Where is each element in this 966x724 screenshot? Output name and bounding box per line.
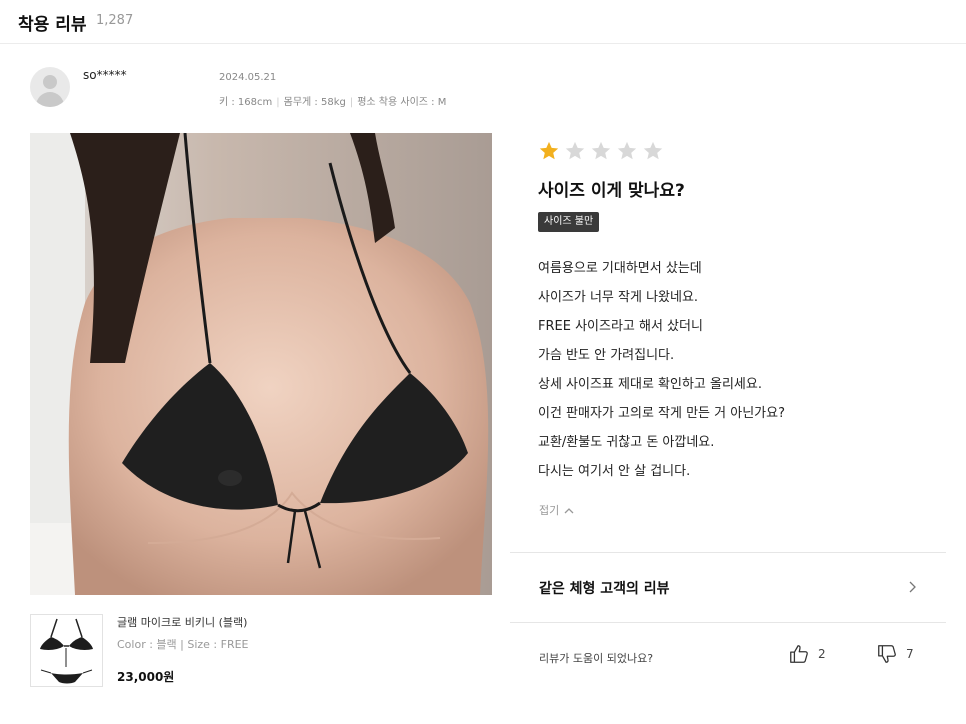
review-line: 사이즈가 너무 작게 나왔네요. (538, 290, 699, 305)
star-empty-icon (565, 141, 585, 160)
star-rating (538, 140, 664, 162)
review-line: FREE 사이즈라고 해서 샀더니 (538, 319, 703, 334)
bikini-product-icon (40, 618, 93, 684)
thumbs-down-icon (878, 645, 896, 663)
star-empty-icon (591, 141, 611, 160)
thumbs-up-icon (790, 645, 808, 663)
review-count: 1,287 (96, 13, 134, 28)
review-title: 사이즈 이게 맞나요? (538, 181, 685, 201)
reviewer-specs: 키 : 168cm | 몸무게 : 58kg | 평소 착용 사이즈 : M (219, 97, 447, 108)
review-photo[interactable] (30, 133, 492, 595)
star-empty-icon (617, 141, 637, 160)
review-line: 상세 사이즈표 제대로 확인하고 올리세요. (538, 377, 762, 392)
chevron-up-icon (564, 507, 574, 513)
helpful-count: 2 (818, 647, 826, 661)
review-section-header: 착용 리뷰 1,287 (0, 0, 966, 44)
avatar-body-shape (36, 92, 64, 107)
unhelpful-button[interactable]: 7 (876, 643, 914, 665)
unhelpful-count: 7 (906, 647, 914, 661)
section-divider (510, 622, 946, 623)
section-title: 착용 리뷰 (18, 15, 87, 35)
avatar (30, 67, 70, 107)
helpful-question: 리뷰가 도움이 되었나요? (539, 652, 654, 665)
star-filled-icon (539, 141, 559, 160)
product-name[interactable]: 글램 마이크로 비키니 (블랙) (117, 614, 247, 630)
review-line: 이건 판매자가 고의로 작게 만든 거 아닌가요? (538, 406, 785, 421)
review-date: 2024.05.21 (219, 72, 277, 83)
spec-weight: 몸무게 : 58kg (283, 97, 346, 108)
section-divider (510, 552, 946, 553)
avatar-head-shape (43, 75, 57, 89)
review-line: 여름용으로 기대하면서 샀는데 (538, 261, 702, 276)
product-price: 23,000원 (117, 670, 175, 684)
fold-label: 접기 (539, 504, 560, 517)
review-photo-image (30, 133, 492, 595)
same-body-reviews-link[interactable]: 같은 체형 고객의 리뷰 (510, 562, 946, 614)
review-body: 여름용으로 기대하면서 샀는데 사이즈가 너무 작게 나왔네요. FREE 사이… (538, 254, 938, 486)
review-line: 가슴 반도 안 가려집니다. (538, 348, 675, 363)
fold-button[interactable]: 접기 (539, 502, 574, 518)
reviewer-username: so***** (83, 68, 127, 82)
spec-usual-size: 평소 착용 사이즈 : M (357, 97, 447, 108)
review-line: 다시는 여기서 안 살 겁니다. (538, 464, 691, 479)
product-thumbnail[interactable] (30, 614, 103, 687)
helpful-button[interactable]: 2 (788, 643, 826, 665)
star-empty-icon (643, 141, 663, 160)
same-body-reviews-label: 같은 체형 고객의 리뷰 (539, 581, 670, 597)
spec-height: 키 : 168cm (219, 97, 273, 108)
product-option: Color : 블랙 | Size : FREE (117, 638, 249, 651)
review-line: 교환/환불도 귀찮고 돈 아깝네요. (538, 435, 715, 450)
chevron-right-icon (909, 581, 916, 593)
review-tag-badge: 사이즈 불만 (538, 212, 600, 232)
